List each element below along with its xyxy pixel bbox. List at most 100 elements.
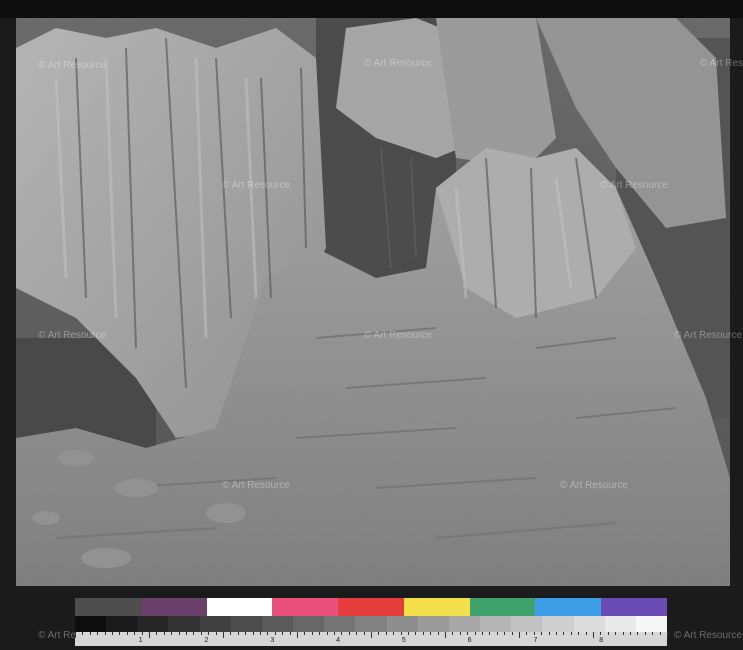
ruler-tick xyxy=(119,632,121,635)
ruler-number: 1 xyxy=(138,637,143,644)
ruler-tick xyxy=(630,632,631,635)
ruler-tick xyxy=(578,632,580,635)
gray-step xyxy=(604,616,636,632)
ruler-tick xyxy=(533,632,535,635)
watermark: © Art Resource xyxy=(674,630,742,641)
gray-step xyxy=(480,616,512,632)
ruler-tick xyxy=(193,632,195,635)
ruler-tick xyxy=(334,632,335,635)
ruler-tick xyxy=(348,632,350,635)
ruler-tick xyxy=(215,632,217,635)
ruler-tick xyxy=(156,632,158,635)
ruler-number: 7 xyxy=(533,637,538,644)
ruler-tick xyxy=(489,632,491,635)
ruler-tick xyxy=(178,632,180,635)
ruler-tick xyxy=(134,632,136,635)
gray-step xyxy=(293,616,325,632)
ruler-tick xyxy=(474,632,476,635)
ruler-tick xyxy=(223,632,224,638)
ruler-tick xyxy=(408,632,409,635)
gray-step xyxy=(261,616,294,632)
gray-step xyxy=(448,616,481,632)
ruler-tick xyxy=(141,632,143,635)
color-swatch xyxy=(601,598,668,616)
ruler-tick xyxy=(112,632,113,635)
ruler-tick xyxy=(445,632,446,638)
ruler-tick xyxy=(430,632,432,635)
ruler-tick xyxy=(422,632,424,635)
ruler-number: 6 xyxy=(467,637,472,644)
ruler-tick xyxy=(126,632,128,635)
ruler-tick xyxy=(415,632,417,635)
ruler-tick xyxy=(311,632,313,635)
ruler-number: 2 xyxy=(204,637,209,644)
ruler-tick xyxy=(186,632,187,635)
gray-step xyxy=(386,616,418,632)
ruler-tick xyxy=(274,632,276,635)
ruler-tick xyxy=(289,632,291,635)
ruler-tick xyxy=(200,632,202,635)
ruler-tick xyxy=(163,632,165,635)
ruler-tick xyxy=(260,632,261,635)
gray-step xyxy=(75,616,107,632)
gray-step xyxy=(417,616,449,632)
measurement-ruler: 1 2 3 4 5 6 7 8 xyxy=(75,632,668,646)
ruler-tick xyxy=(637,632,639,635)
ruler-tick xyxy=(400,632,402,635)
ruler-tick xyxy=(104,632,106,635)
gray-step xyxy=(324,616,356,632)
ruler-tick xyxy=(363,632,365,635)
ruler-tick xyxy=(252,632,254,635)
ruler-number: 5 xyxy=(401,637,406,644)
gray-step xyxy=(573,616,605,632)
ruler-tick xyxy=(371,632,372,638)
ruler-tick xyxy=(644,632,646,635)
ruler-tick xyxy=(600,632,602,635)
gray-step xyxy=(199,616,231,632)
ruler-tick xyxy=(267,632,269,635)
gray-step xyxy=(511,616,543,632)
ruler-tick xyxy=(570,632,572,635)
ruler-tick xyxy=(659,632,661,635)
color-calibration-target: 1 2 3 4 5 6 7 8 xyxy=(75,598,668,646)
ruler-tick xyxy=(75,632,76,638)
eroded-rock-photo xyxy=(16,18,730,586)
ruler-tick xyxy=(89,632,91,635)
ruler-tick xyxy=(519,632,520,638)
color-swatch xyxy=(535,598,602,616)
ruler-tick xyxy=(556,632,557,635)
ruler-tick xyxy=(467,632,469,635)
ruler-tick xyxy=(82,632,84,635)
ruler-tick xyxy=(341,632,343,635)
ruler-tick xyxy=(326,632,328,635)
ruler-tick xyxy=(548,632,550,635)
color-swatch xyxy=(140,598,207,616)
gray-step xyxy=(230,616,262,632)
ruler-tick xyxy=(230,632,232,635)
gray-step xyxy=(168,616,200,632)
ruler-number: 8 xyxy=(599,637,604,644)
ruler-tick xyxy=(585,632,587,635)
color-swatch xyxy=(206,598,273,616)
ruler-tick xyxy=(452,632,454,635)
ruler-tick xyxy=(393,632,395,635)
color-swatch xyxy=(272,598,339,616)
ruler-tick xyxy=(652,632,654,635)
ruler-tick xyxy=(459,632,461,635)
ruler-number: 3 xyxy=(270,637,275,644)
gray-step xyxy=(137,616,169,632)
ruler-tick xyxy=(511,632,513,635)
ruler-tick xyxy=(607,632,609,635)
color-swatch xyxy=(338,598,404,616)
ruler-tick xyxy=(526,632,528,635)
ruler-tick xyxy=(615,632,617,635)
ruler-tick xyxy=(171,632,173,635)
gray-step xyxy=(542,616,574,632)
ruler-tick xyxy=(356,632,358,635)
ruler-number: 4 xyxy=(336,637,341,644)
ruler-tick xyxy=(563,632,565,635)
color-swatch xyxy=(75,598,141,616)
ruler-tick xyxy=(304,632,306,635)
rock-formation-image xyxy=(16,18,730,586)
color-swatch-row xyxy=(75,598,668,616)
